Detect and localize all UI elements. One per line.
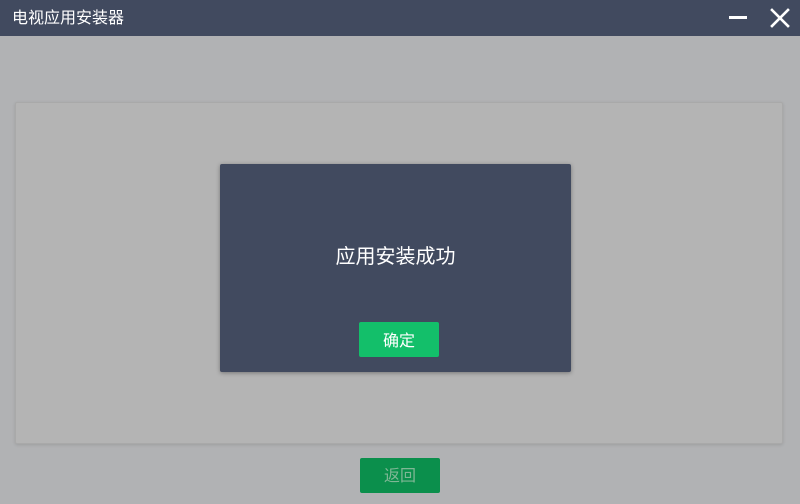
minimize-icon bbox=[729, 16, 747, 19]
success-dialog: 应用安装成功 确定 bbox=[220, 164, 571, 372]
title-bar: 电视应用安装器 bbox=[0, 0, 800, 36]
confirm-button[interactable]: 确定 bbox=[359, 322, 439, 357]
close-icon bbox=[770, 8, 790, 28]
window-title: 电视应用安装器 bbox=[12, 8, 125, 27]
back-button[interactable]: 返回 bbox=[360, 458, 440, 493]
close-button[interactable] bbox=[762, 0, 798, 36]
minimize-button[interactable] bbox=[720, 0, 756, 36]
dialog-message: 应用安装成功 bbox=[335, 244, 456, 268]
